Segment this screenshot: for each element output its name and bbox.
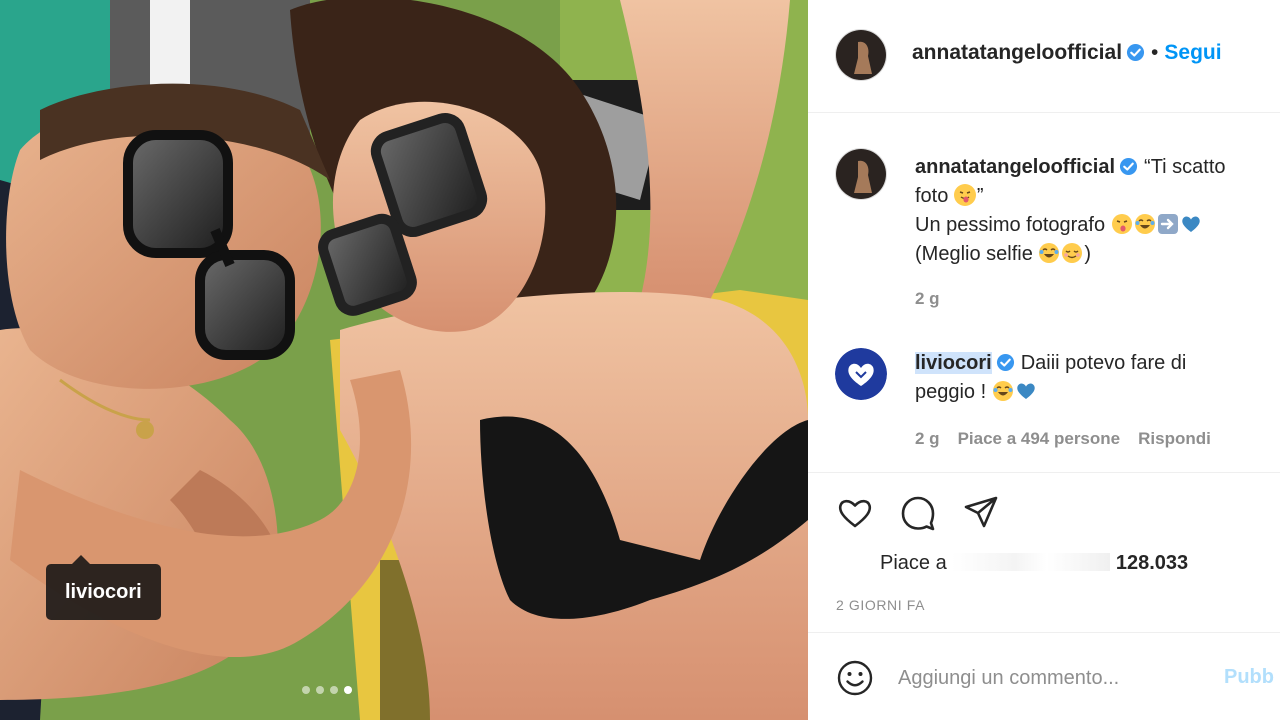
post-photo[interactable]: liviocori (0, 0, 808, 720)
comment-text: liviocori Daiii potevo fare di peggio ! (915, 349, 1267, 407)
caption-author-avatar[interactable] (835, 148, 887, 200)
author-username[interactable]: annatatangeloofficial (912, 41, 1122, 64)
post-comment-button[interactable]: Pubb (1224, 666, 1274, 689)
post-details-panel: annatatangeloofficial • Segui annatatangel… (808, 0, 1280, 720)
post-date[interactable]: 2 GIORNI FA (836, 597, 925, 613)
caption-line-4-end: ) (1084, 243, 1092, 265)
post-header: annatatangeloofficial • Segui (808, 0, 1280, 113)
author-avatar[interactable] (835, 29, 887, 81)
caption-line-3: Un pessimo fotografo (915, 214, 1106, 236)
emoji-picker-icon[interactable] (835, 658, 875, 698)
carousel-indicator (302, 686, 352, 694)
comment-meta: 2 g Piace a 494 persone Rispondi (915, 429, 1229, 449)
header-line: annatatangeloofficial • Segui (912, 41, 1222, 65)
likes-summary[interactable]: Piace a 128.033 (880, 552, 1188, 575)
follow-button[interactable]: Segui (1164, 41, 1221, 64)
commenter-avatar[interactable] (835, 348, 887, 400)
heart-icon[interactable] (835, 493, 875, 533)
likes-blurred-names (952, 553, 1111, 571)
caption-meta: 2 g (915, 289, 958, 309)
share-icon[interactable] (961, 493, 1001, 533)
caption-username[interactable]: annatatangeloofficial (915, 156, 1115, 178)
comment-input[interactable] (898, 663, 1198, 693)
tongue-face-emoji-icon (953, 184, 976, 206)
carousel-dot (302, 686, 310, 694)
relieved-face-emoji-icon (1061, 242, 1083, 264)
carousel-dot (316, 686, 324, 694)
comment-likes[interactable]: Piace a 494 persone (958, 429, 1121, 448)
reply-button[interactable]: Rispondi (1138, 429, 1211, 448)
header-separator: • (1151, 41, 1159, 64)
caption-line-4: (Meglio selfie (915, 243, 1033, 265)
photo-user-tag[interactable]: liviocori (46, 555, 161, 620)
verified-badge-icon (1126, 43, 1145, 62)
caption-line-2-end: ” (976, 185, 984, 207)
carousel-dot-active (344, 686, 352, 694)
post-actions: Piace a 128.033 2 GIORNI FA (808, 472, 1280, 633)
caption-text: annatatangeloofficial “Ti scatto foto ” U… (915, 153, 1267, 269)
verified-badge-icon (996, 353, 1014, 372)
commenter-username[interactable]: liviocori (915, 352, 992, 374)
tongue-face-emoji-icon (1111, 213, 1133, 235)
add-comment-bar: Pubb (808, 632, 1280, 721)
caption-line-2: foto (915, 185, 949, 207)
blue-heart-emoji-icon (1015, 380, 1037, 402)
blue-heart-emoji-icon (1180, 213, 1202, 235)
likes-count: 128.033 (1115, 552, 1189, 574)
comment-time[interactable]: 2 g (915, 429, 940, 448)
comment-line-2: peggio ! (915, 381, 987, 403)
caption-time[interactable]: 2 g (915, 289, 940, 308)
caption-line-1: “Ti scatto (1144, 156, 1226, 178)
right-arrow-emoji-icon (1157, 213, 1179, 235)
carousel-dot (330, 686, 338, 694)
laughing-tears-emoji-icon (1134, 213, 1156, 235)
laughing-tears-emoji-icon (992, 380, 1014, 402)
comment-icon[interactable] (898, 493, 938, 533)
comment-line-1: Daiii potevo fare di (1020, 352, 1187, 374)
verified-badge-icon (1119, 157, 1138, 176)
likes-prefix: Piace a (880, 552, 947, 574)
laughing-tears-emoji-icon (1038, 242, 1060, 264)
